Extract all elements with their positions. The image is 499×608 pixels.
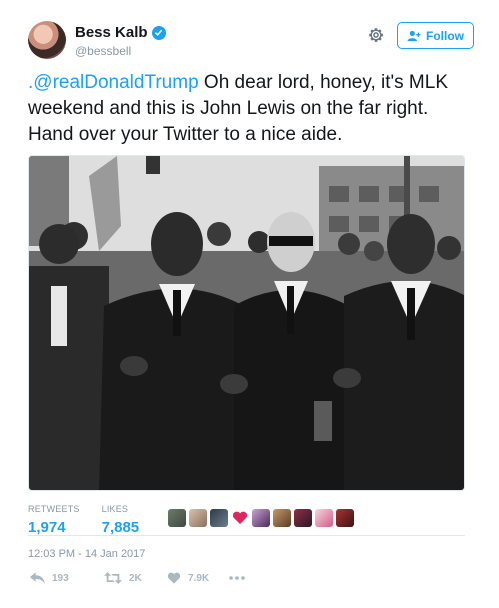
follow-button[interactable]: Follow (397, 22, 474, 49)
verified-badge-icon (151, 25, 166, 40)
author-block: Bess Kalb @bessbell (75, 24, 166, 58)
photo-illustration (29, 156, 464, 490)
more-button[interactable] (229, 576, 245, 580)
liker-avatar[interactable] (189, 509, 207, 527)
reply-button[interactable]: 193 (30, 572, 94, 584)
liker-avatar[interactable] (210, 509, 228, 527)
reply-icon (30, 572, 45, 584)
liker-avatar[interactable] (231, 509, 249, 527)
liker-avatar[interactable] (273, 509, 291, 527)
retweets-stat[interactable]: RETWEETS 1,974 (28, 504, 80, 536)
heart-icon (167, 572, 181, 584)
author-name-row: Bess Kalb (75, 24, 166, 41)
author-name[interactable]: Bess Kalb (75, 24, 148, 41)
liker-avatar[interactable] (315, 509, 333, 527)
like-button[interactable]: 7.9K (167, 572, 229, 584)
engagement-stats: RETWEETS 1,974 LIKES 7,885 (28, 504, 139, 536)
liker-avatar[interactable] (336, 509, 354, 527)
liker-avatar[interactable] (294, 509, 312, 527)
retweets-value: 1,974 (28, 519, 66, 536)
tweet-card: Bess Kalb @bessbell Follow .@realDonaldT… (0, 0, 499, 608)
reply-count: 193 (52, 572, 69, 584)
mention-link[interactable]: .@realDonaldTrump (28, 72, 199, 93)
avatar[interactable] (28, 21, 66, 59)
heart-avatar-icon (232, 511, 248, 524)
retweet-icon (104, 572, 122, 584)
retweets-label: RETWEETS (28, 504, 80, 514)
author-handle[interactable]: @bessbell (75, 44, 166, 58)
timestamp[interactable]: 12:03 PM - 14 Jan 2017 (28, 548, 145, 560)
follow-person-icon (407, 30, 421, 41)
retweet-count: 2K (129, 572, 142, 584)
tweet-text: .@realDonaldTrump Oh dear lord, honey, i… (28, 70, 473, 148)
more-icon (229, 576, 245, 580)
tweet-photo[interactable] (28, 155, 465, 491)
liker-avatars (168, 509, 354, 527)
likes-stat[interactable]: LIKES 7,885 (102, 504, 140, 536)
like-count: 7.9K (188, 572, 210, 584)
retweet-button[interactable]: 2K (104, 572, 167, 584)
gear-icon[interactable] (367, 26, 385, 44)
divider (28, 535, 465, 536)
liker-avatar[interactable] (252, 509, 270, 527)
liker-avatar[interactable] (168, 509, 186, 527)
follow-label: Follow (426, 28, 464, 43)
likes-label: LIKES (101, 504, 129, 514)
action-bar: 193 2K 7.9K (30, 572, 245, 584)
likes-value: 7,885 (101, 519, 140, 536)
